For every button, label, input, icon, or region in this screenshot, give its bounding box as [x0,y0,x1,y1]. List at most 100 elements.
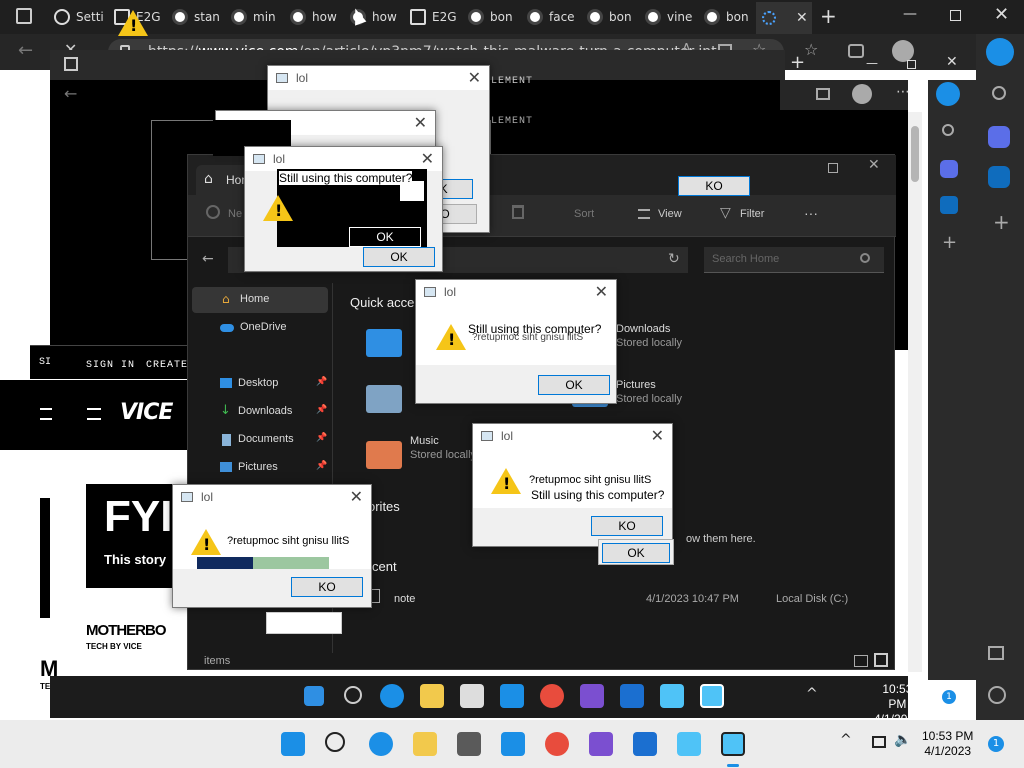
create-link[interactable]: CREATE [146,360,188,371]
start-icon[interactable] [281,732,305,756]
minimize-icon[interactable]: — [903,6,917,22]
clock[interactable]: 10:53 PM 4/1/2023 [922,729,973,759]
explorer-icon[interactable] [413,732,437,756]
item-downloads-name[interactable]: Downloads [616,323,670,335]
nested-outlook-icon[interactable] [940,196,958,214]
explorer-search[interactable]: Search Home [704,247,884,273]
tray-chevron-icon[interactable]: ^ [840,732,852,748]
nested-bing-icon[interactable] [936,82,960,106]
nested-more-icon[interactable]: ⋯ [896,84,910,100]
store-icon[interactable] [457,732,481,756]
nav-item-pictures[interactable]: Pictures 📌 [192,455,328,481]
tab-min[interactable]: min [231,4,281,30]
maximize-icon[interactable] [950,10,961,21]
nested-minimize-icon[interactable]: — [866,56,878,70]
active-app-icon[interactable] [700,684,724,708]
search-icon[interactable] [325,732,345,752]
vice-logo[interactable]: VICE [120,400,173,425]
explorer-maximize-icon[interactable] [828,163,838,173]
tab-settings[interactable]: Setti [54,4,104,30]
notification-badge[interactable]: 1 [988,736,1004,752]
tab-stan[interactable]: stan [172,4,222,30]
details-view-icon[interactable] [854,655,868,667]
profile-avatar[interactable] [892,40,914,62]
close-icon[interactable]: ✕ [595,282,608,302]
volume-icon[interactable]: 🔈 [894,732,911,748]
ok-button[interactable]: OK [602,543,670,563]
nested-scroll-thumb[interactable] [911,126,919,182]
add-icon[interactable]: + [993,210,1010,234]
nav-item-onedrive[interactable]: OneDrive [192,315,328,341]
nested-tab-actions-icon[interactable] [64,57,78,71]
item-music-name[interactable]: Music [410,435,439,447]
nav-item-downloads[interactable]: ↓ Downloads 📌 [192,399,328,425]
nested-profile-avatar[interactable] [852,84,872,104]
settings-icon[interactable] [988,686,1006,704]
delete-icon[interactable] [512,205,524,219]
new-tab-icon[interactable]: + [820,4,837,28]
ok-button[interactable]: KO [678,176,750,196]
nested-collections-icon[interactable] [816,88,830,100]
nested-add-icon[interactable]: + [942,232,957,253]
tab-bon-3[interactable]: bon [704,4,754,30]
notification-badge[interactable]: 1 [942,690,956,704]
nav-item-documents[interactable]: Documents 📌 [192,427,328,453]
outlook-icon[interactable] [988,166,1010,188]
menu-icon[interactable] [40,408,52,420]
nested-shopping-icon[interactable] [940,160,958,178]
filter-button[interactable]: Filter [740,208,764,220]
shopping-icon[interactable] [988,126,1010,148]
nested-maximize-icon[interactable] [907,60,916,69]
start-icon[interactable] [304,686,324,706]
hamburger-icon[interactable] [87,408,101,420]
tab-bon[interactable]: bon [468,4,518,30]
close-icon[interactable]: ✕ [414,113,427,133]
clipchamp-icon[interactable] [589,732,613,756]
ok-button[interactable]: KO [291,577,363,597]
tab-active-loading[interactable]: ✕ [756,2,812,34]
nested-scrollbar[interactable] [908,112,922,672]
item-pictures-name[interactable]: Pictures [616,379,656,391]
collections-icon[interactable] [848,44,864,58]
tab-how[interactable]: how [290,4,340,30]
explorer-close-icon[interactable]: ✕ [868,157,880,173]
mail-icon[interactable] [500,684,524,708]
nav-item-home[interactable]: ⌂ Home [192,287,328,313]
nested-new-tab-icon[interactable]: + [790,52,805,73]
nav-item-desktop[interactable]: Desktop 📌 [192,371,328,397]
defender-icon[interactable] [633,732,657,756]
sort-button[interactable]: Sort [574,208,594,220]
favorites-icon[interactable]: ☆ [804,40,818,59]
refresh-icon[interactable]: ↻ [668,251,680,267]
close-icon[interactable]: ✕ [796,10,808,26]
notepad-icon[interactable] [677,732,701,756]
close-icon[interactable]: ✕ [421,149,434,169]
nested-back-icon[interactable]: ← [64,84,77,103]
ok-button[interactable]: OK [538,375,610,395]
tiles-view-icon[interactable] [874,653,888,667]
bing-chat-icon[interactable] [986,38,1014,66]
sign-in-link[interactable]: SIGN IN [86,360,135,371]
recent-file-name[interactable]: note [394,593,415,605]
close-icon[interactable]: ✕ [350,487,363,507]
tab-face[interactable]: face [527,4,577,30]
explorer-icon[interactable] [420,684,444,708]
search-icon[interactable] [992,86,1006,100]
edge-icon[interactable] [380,684,404,708]
tab-bon-2[interactable]: bon [587,4,637,30]
sidebar-layout-icon[interactable] [988,646,1004,660]
close-icon[interactable]: ✕ [651,426,664,446]
back-icon[interactable]: ← [18,40,33,61]
tab-e2g-2[interactable]: E2G [410,4,460,30]
edge-icon[interactable] [369,732,393,756]
view-button[interactable]: View [658,208,682,220]
close-icon[interactable]: ✕ [468,68,481,88]
ok-button[interactable]: KO [591,516,663,536]
explorer-back-icon[interactable]: ← [202,251,214,267]
network-icon[interactable] [872,736,886,748]
chrome-icon[interactable] [540,684,564,708]
nested-search-icon[interactable] [942,124,954,136]
mail-icon[interactable] [501,732,525,756]
search-icon[interactable] [344,686,362,704]
active-app-icon[interactable] [721,732,745,756]
